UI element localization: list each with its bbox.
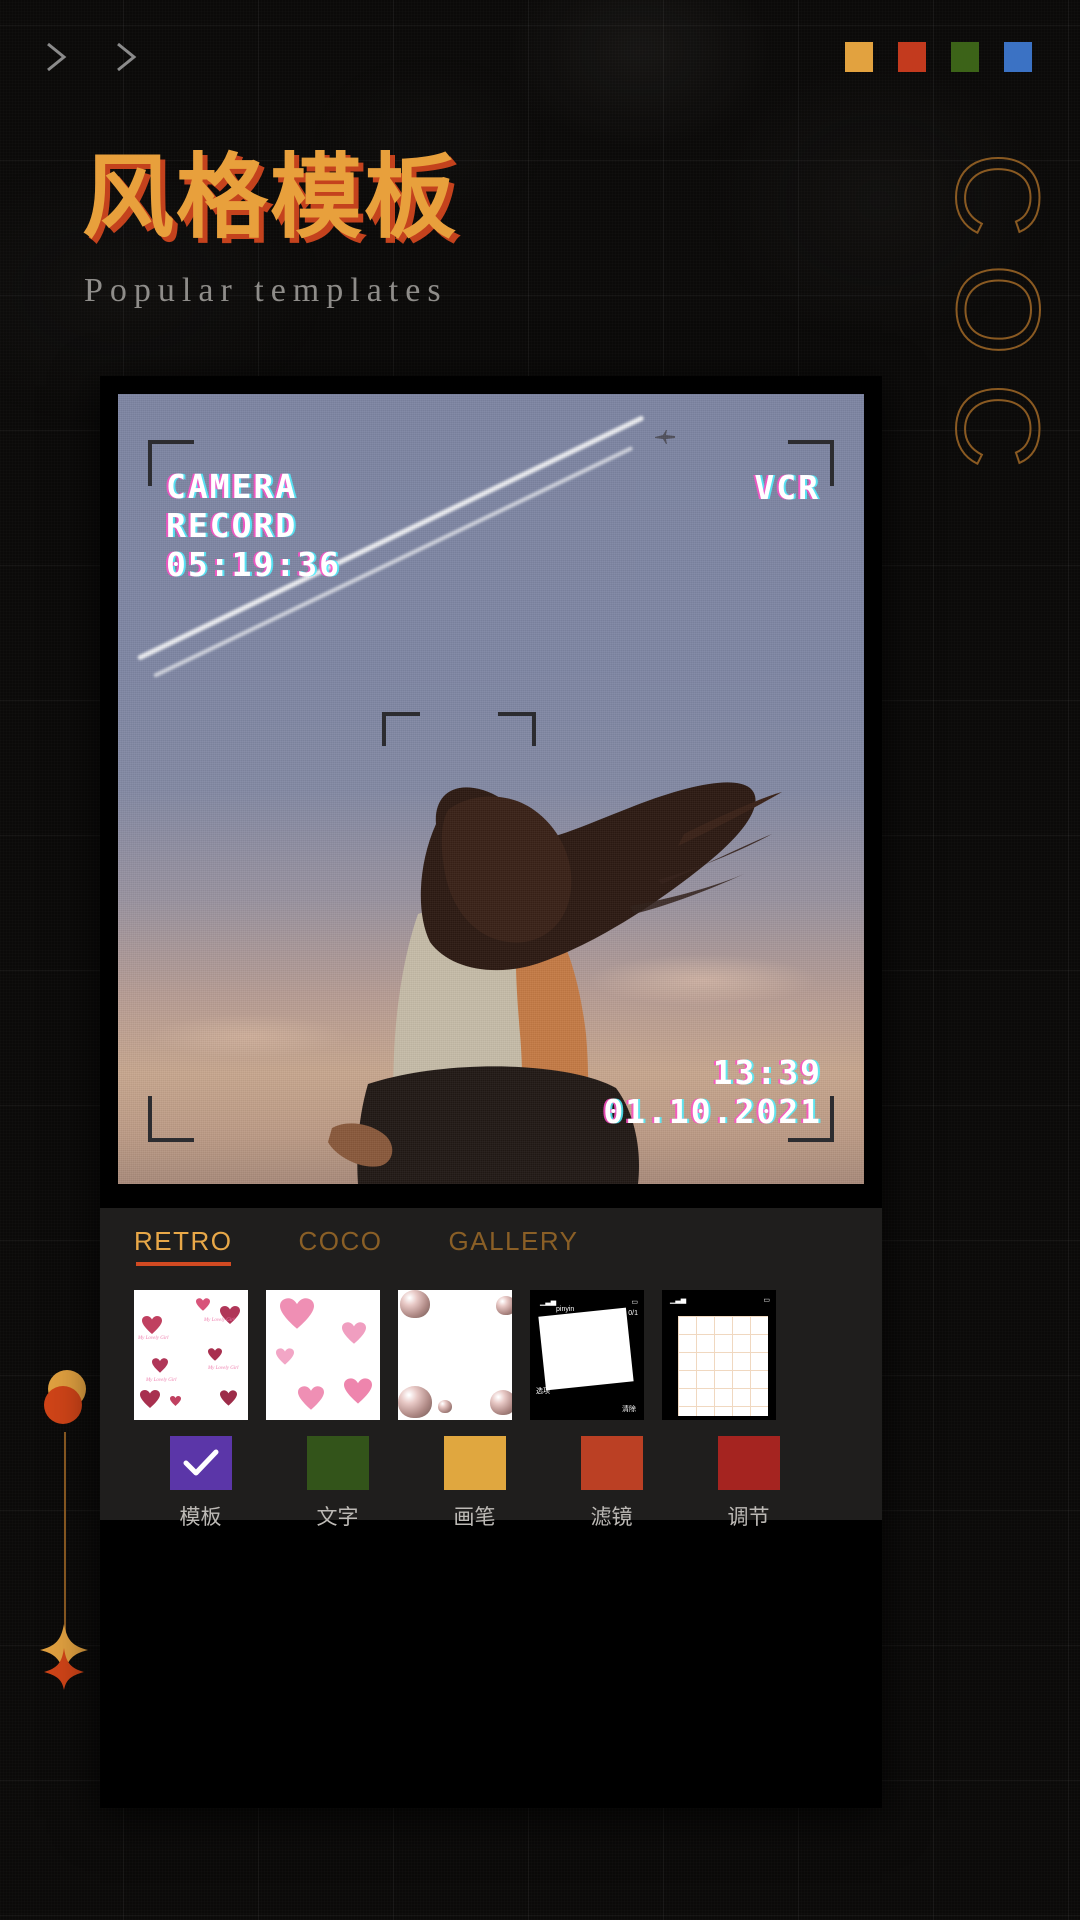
rail-sparkle-icon	[34, 1622, 94, 1690]
tool-text[interactable]: 文字	[269, 1436, 406, 1531]
balloon-5	[490, 1390, 512, 1415]
viewfinder-bracket-bl	[148, 1096, 194, 1142]
rail-dot-bottom	[44, 1386, 82, 1424]
phone-ime-label: pinyin	[556, 1306, 575, 1313]
signal-icon: ▁▃▅	[540, 1299, 557, 1306]
tool-brush-chip[interactable]	[443, 1436, 506, 1490]
palette-swatches	[845, 42, 1032, 72]
swatch-red[interactable]	[898, 42, 926, 72]
side-letter-1: O	[931, 263, 1065, 357]
phone-grid-card	[678, 1316, 768, 1416]
tool-bar: 模板 文字 画笔 滤镜 调节	[132, 1436, 850, 1531]
tool-text-chip[interactable]	[306, 1436, 369, 1490]
side-letter-2: C	[931, 382, 1065, 469]
thumb-caption-2: My Lovely Girl	[138, 1336, 169, 1341]
tool-filter[interactable]: 滤镜	[543, 1436, 680, 1531]
phone-tab-left: 选项	[536, 1388, 550, 1395]
panel-tabs: RETRO COCO GALLERY	[134, 1226, 578, 1266]
tool-template[interactable]: 模板	[132, 1436, 269, 1531]
editor-card: CAMERA RECORD 05:19:36 VCR 13:39 01.10.2…	[100, 376, 882, 1808]
tool-brush[interactable]: 画笔	[406, 1436, 543, 1531]
vhs-record-info: CAMERA RECORD 05:19:36	[166, 467, 341, 585]
tool-adjust-label: 调节	[727, 1506, 770, 1529]
check-icon	[183, 1449, 218, 1476]
phone-status-right: ▭	[763, 1297, 770, 1304]
template-phone-black[interactable]: ▁▃▅ pinyin ▭ 0/1 选项 清除	[530, 1290, 644, 1420]
vhs-mode-label: VCR	[754, 468, 820, 507]
balloon-2	[496, 1296, 512, 1315]
tab-coco[interactable]: COCO	[299, 1226, 383, 1266]
thumb-caption-4: My Lovely Girl	[146, 1378, 177, 1383]
tool-filter-chip[interactable]	[580, 1436, 643, 1490]
chevron-right-icon[interactable]	[42, 40, 72, 74]
rail-line-decoration	[64, 1432, 66, 1632]
app-root: 风格模板 Popular templates C O C CAMERA RECO…	[0, 0, 1080, 1920]
phone-tab-right: 清除	[622, 1406, 636, 1413]
vhs-date: 01.10.2021	[603, 1092, 822, 1132]
vhs-clock: 13:39	[712, 1052, 822, 1092]
chevron-right-icon-2[interactable]	[112, 40, 142, 74]
vhs-label-camera: CAMERA	[166, 467, 298, 506]
balloon-4	[438, 1400, 452, 1413]
thumb-caption-3: My Lovely Girl	[208, 1366, 239, 1371]
tool-adjust-chip[interactable]	[717, 1436, 780, 1490]
page-title: 风格模板	[82, 147, 459, 249]
vhs-label-record: RECORD	[166, 505, 298, 545]
template-phone-grid[interactable]: ▁▃▅ ▭	[662, 1290, 776, 1420]
viewfinder-focus-left	[382, 712, 420, 746]
thumb-caption: My Lovely Girl	[204, 1318, 235, 1323]
phone-status-left: ▁▃▅	[670, 1297, 687, 1304]
template-hearts-lovely[interactable]: My Lovely Girl My Lovely Girl My Lovely …	[134, 1290, 248, 1420]
swatch-blue[interactable]	[1004, 42, 1032, 72]
tool-text-label: 文字	[316, 1506, 359, 1529]
balloon-3	[398, 1386, 432, 1418]
tool-adjust[interactable]: 调节	[680, 1436, 817, 1531]
top-bar	[0, 0, 1080, 110]
template-balloon-hearts[interactable]	[398, 1290, 512, 1420]
swatch-green[interactable]	[951, 42, 979, 72]
rail-dots-decoration	[38, 1370, 94, 1432]
page-subtitle: Popular templates	[84, 272, 448, 309]
vhs-datetime: 13:39 01.10.2021	[603, 1053, 822, 1132]
battery-icon: ▭	[631, 1299, 638, 1306]
balloon-1	[400, 1290, 430, 1318]
tab-gallery[interactable]: GALLERY	[449, 1226, 579, 1266]
tool-template-chip[interactable]	[169, 1436, 232, 1490]
tool-brush-label: 画笔	[453, 1506, 496, 1529]
template-panel: RETRO COCO GALLERY My Lovely Girl My Lov…	[100, 1208, 882, 1529]
viewfinder-focus-right	[498, 712, 536, 746]
photo-canvas[interactable]: CAMERA RECORD 05:19:36 VCR 13:39 01.10.2…	[118, 394, 864, 1184]
side-letter-0: C	[931, 151, 1065, 238]
swatch-amber[interactable]	[845, 42, 873, 72]
phone-white-card	[538, 1307, 634, 1391]
vhs-timecode: 05:19:36	[166, 544, 341, 584]
tab-retro[interactable]: RETRO	[134, 1226, 233, 1266]
template-thumbnail-list: My Lovely Girl My Lovely Girl My Lovely …	[134, 1290, 776, 1420]
template-hearts-big[interactable]	[266, 1290, 380, 1420]
tool-filter-label: 滤镜	[590, 1506, 633, 1529]
tool-template-label: 模板	[179, 1506, 222, 1529]
phone-counter: 0/1	[628, 1310, 638, 1317]
side-brand-letters: C O C	[931, 138, 1065, 628]
